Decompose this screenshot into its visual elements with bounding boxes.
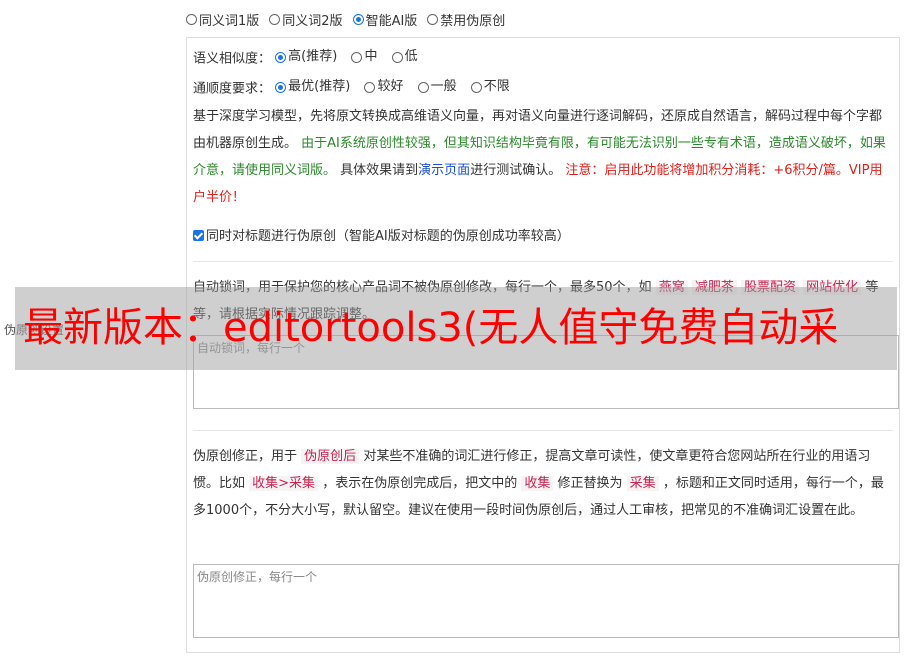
correction-description: 伪原创修正，用于 伪原创后 对某些不准确的词汇进行修正，提高文章可读性，使文章更…	[193, 449, 884, 518]
fluency-unlimited[interactable]: 不限	[470, 72, 510, 102]
radio-icon[interactable]	[391, 51, 403, 63]
example-word: 伪原创后	[301, 449, 360, 464]
mode-option-synonym-2[interactable]: 同义词2版	[269, 10, 343, 29]
similarity-row: 语义相似度： 高(推荐) 中 低	[193, 42, 893, 75]
checkbox-checked-icon[interactable]	[193, 230, 204, 241]
mode-option-ai[interactable]: 智能AI版	[352, 10, 417, 29]
ai-description: 基于深度学习模型，先将原文转换成高维语义向量，再对语义向量进行逐词解码，还原成自…	[193, 109, 886, 205]
mode-option-synonym-1[interactable]: 同义词1版	[186, 10, 259, 29]
fluency-label: 通顺度要求：	[193, 81, 272, 97]
radio-icon[interactable]	[470, 81, 482, 93]
similarity-low[interactable]: 低	[391, 42, 418, 72]
radio-selected-icon[interactable]	[275, 51, 287, 63]
demo-page-link[interactable]: 演示页面	[418, 163, 470, 178]
radio-icon[interactable]	[186, 13, 197, 25]
divider	[193, 261, 893, 262]
example-word: 收集	[521, 476, 554, 491]
title-checkbox-label: 同时对标题进行伪原创（智能AI版对标题的伪原创成功率较高）	[206, 229, 570, 244]
example-word: 收集>采集	[249, 476, 319, 491]
radio-selected-icon[interactable]	[275, 81, 287, 93]
mode-option-disable[interactable]: 禁用伪原创	[427, 10, 505, 29]
radio-selected-icon[interactable]	[352, 13, 364, 25]
radio-icon[interactable]	[364, 81, 376, 93]
fluency-good[interactable]: 较好	[364, 72, 403, 102]
radio-icon[interactable]	[269, 13, 281, 25]
divider	[193, 430, 893, 431]
similarity-label: 语义相似度：	[193, 51, 272, 67]
example-word: 采集	[626, 476, 659, 491]
similarity-high[interactable]: 高(推荐)	[275, 42, 337, 72]
fluency-normal[interactable]: 一般	[417, 72, 457, 102]
radio-icon[interactable]	[417, 81, 429, 93]
radio-icon[interactable]	[427, 13, 439, 25]
radio-icon[interactable]	[351, 51, 363, 63]
similarity-medium[interactable]: 中	[351, 42, 377, 72]
fluency-best[interactable]: 最优(推荐)	[275, 72, 350, 102]
watermark-banner: 最新版本：editortools3(无人值守免费自动采	[15, 287, 897, 370]
title-checkbox-row[interactable]: 同时对标题进行伪原创（智能AI版对标题的伪原创成功率较高）	[193, 222, 893, 252]
mode-radio-group: 同义词1版 同义词2版 智能AI版 禁用伪原创	[186, 10, 515, 29]
correction-input[interactable]	[193, 564, 899, 638]
fluency-row: 通顺度要求： 最优(推荐) 较好 一般 不限	[193, 72, 893, 105]
